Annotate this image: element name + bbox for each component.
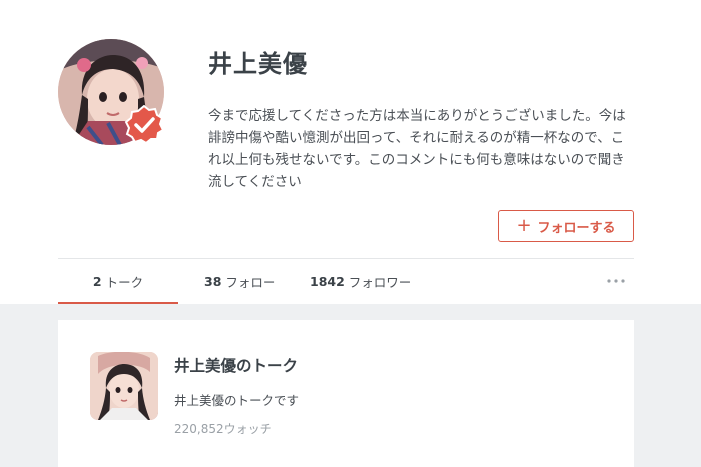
talk-feed: 井上美優のトーク 井上美優のトークです 220,852ウォッチ	[0, 304, 701, 467]
tab-followers[interactable]: 1842 フォロワー	[310, 259, 411, 304]
follow-button-label: フォローする	[537, 220, 616, 236]
check-badge-icon	[124, 105, 164, 145]
talk-card[interactable]: 井上美優のトーク 井上美優のトークです 220,852ウォッチ	[58, 320, 634, 467]
follow-button[interactable]: + フォローする	[498, 210, 634, 242]
profile-name: 井上美優	[208, 50, 308, 78]
profile-header: 井上美優 今まで応援してくださった方は本当にありがとうございました。今は誹謗中傷…	[0, 0, 701, 304]
talk-title[interactable]: 井上美優のトーク	[174, 354, 298, 376]
followers-count: 1842	[310, 274, 345, 289]
profile-avatar[interactable]	[58, 39, 164, 145]
followers-label: フォロワー	[348, 275, 412, 290]
tab-follow[interactable]: 38 フォロー	[204, 259, 275, 304]
more-horizontal-icon[interactable]	[606, 271, 626, 291]
profile-bio: 今まで応援してくださった方は本当にありがとうございました。今は誹謗中傷や酷い憶測…	[208, 108, 626, 190]
talks-count: 2	[92, 274, 102, 289]
follow-label: フォロー	[225, 275, 276, 290]
talks-label: トーク	[105, 275, 144, 290]
tab-talks[interactable]: 2 トーク	[58, 259, 178, 304]
follow-count: 38	[204, 274, 222, 289]
profile-tabs: 2 トーク 38 フォロー 1842 フォロワー	[58, 259, 634, 304]
talk-watch-count: 220,852ウォッチ	[174, 422, 272, 436]
talk-thumbnail	[90, 352, 158, 420]
plus-icon: +	[516, 215, 532, 236]
talk-description: 井上美優のトークです	[174, 393, 300, 408]
